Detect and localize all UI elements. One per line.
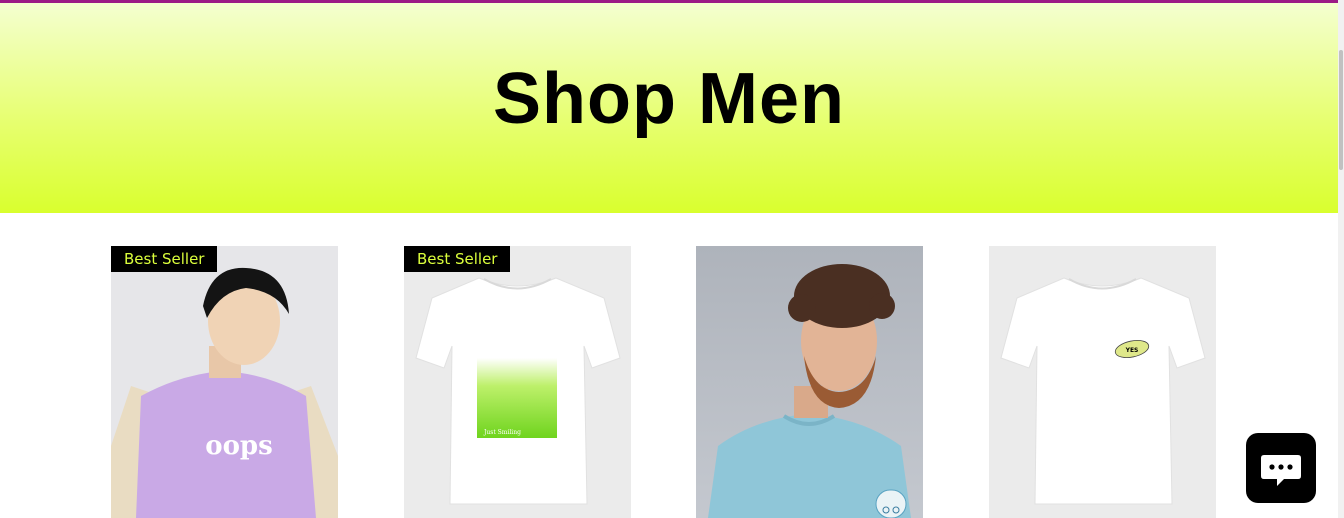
product-card[interactable]: Just Smiling Best Seller <box>404 246 631 518</box>
product-image: oops <box>111 246 338 518</box>
page-scrollbar[interactable] <box>1338 0 1344 518</box>
product-image <box>696 246 923 518</box>
shirt-print-text: oops <box>205 431 273 461</box>
best-seller-ribbon: Best Seller <box>111 246 218 272</box>
product-card[interactable]: oops Best Seller <box>111 246 338 518</box>
page-title: Shop Men <box>493 59 845 139</box>
product-card[interactable]: YES <box>989 246 1216 518</box>
scrollbar-thumb[interactable] <box>1339 50 1343 170</box>
best-seller-ribbon: Best Seller <box>404 246 511 272</box>
product-card[interactable] <box>696 246 923 518</box>
chat-bubble-icon <box>1261 455 1301 486</box>
product-image: Just Smiling <box>404 246 631 518</box>
chat-button[interactable] <box>1246 433 1316 503</box>
product-image: YES <box>989 246 1216 518</box>
shirt-print-text: Just Smiling <box>483 429 521 436</box>
shirt-print-text: YES <box>1125 347 1139 354</box>
hero-banner: Shop Men <box>0 3 1338 213</box>
